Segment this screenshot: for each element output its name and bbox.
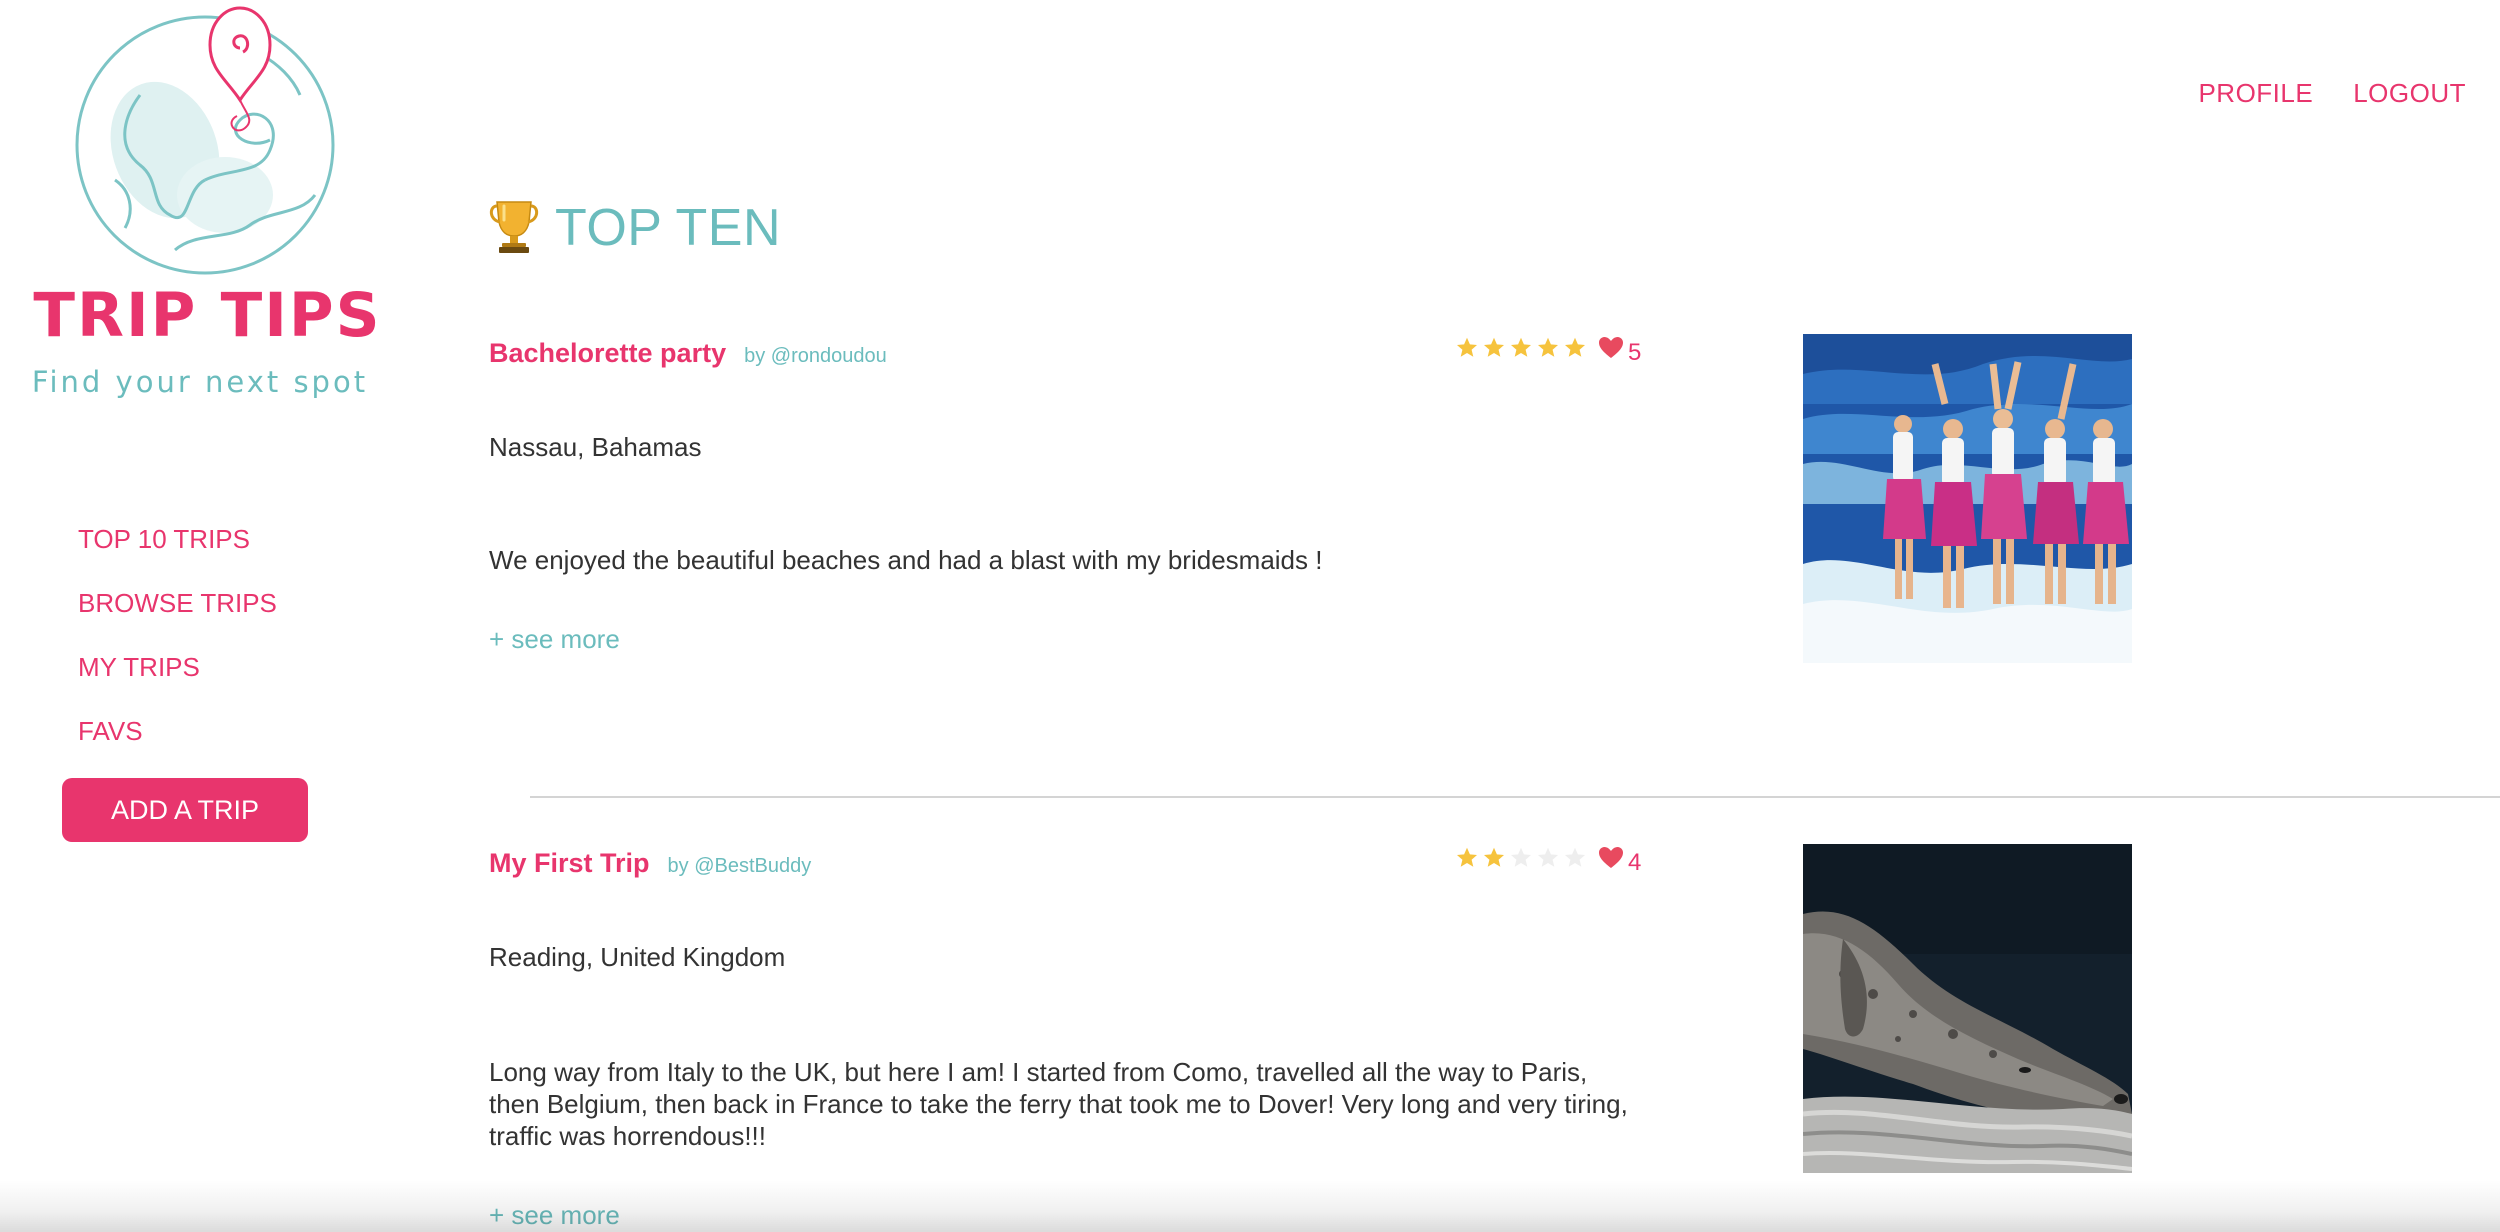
section-header: TOP TEN xyxy=(487,196,781,259)
beach-party-photo[interactable] xyxy=(1803,334,2132,663)
sidebar-nav: TOP 10 TRIPS BROWSE TRIPS MY TRIPS FAVS xyxy=(78,515,277,771)
trip-header: Bachelorette party by @rondoudou xyxy=(489,338,887,369)
see-more-link[interactable]: + see more xyxy=(489,1200,620,1231)
trip-description: We enjoyed the beautiful beaches and had… xyxy=(489,545,1323,575)
star-icon xyxy=(1484,337,1504,357)
star-icon xyxy=(1484,847,1504,867)
trip-header: My First Trip by @BestBuddy xyxy=(489,848,811,879)
app-root: TRIP TIPS Find your next spot TOP 10 TRI… xyxy=(0,0,2500,1232)
profile-link[interactable]: PROFILE xyxy=(2198,78,2313,109)
trip-location: Reading, United Kingdom xyxy=(489,942,786,972)
star-icon xyxy=(1457,847,1477,867)
trip-title[interactable]: Bachelorette party xyxy=(489,338,726,369)
trip-location: Nassau, Bahamas xyxy=(489,432,702,462)
star-empty-icon xyxy=(1565,847,1585,867)
trophy-icon xyxy=(487,196,541,259)
top-nav: PROFILE LOGOUT xyxy=(2198,78,2466,109)
section-title: TOP TEN xyxy=(555,198,782,257)
heart-icon[interactable] xyxy=(1598,846,1624,870)
brand-name: TRIP TIPS xyxy=(33,280,382,351)
star-empty-icon xyxy=(1511,847,1531,867)
like-count: 5 xyxy=(1628,339,1642,366)
star-icon xyxy=(1565,337,1585,357)
trip-rating: 5 xyxy=(1455,334,1641,366)
globe-pin-logo-icon[interactable] xyxy=(55,0,335,280)
logout-link[interactable]: LOGOUT xyxy=(2353,78,2466,109)
sleeping-dog-photo[interactable] xyxy=(1803,844,2132,1173)
like-count: 4 xyxy=(1628,849,1642,876)
divider xyxy=(530,796,2500,798)
heart-icon[interactable] xyxy=(1598,336,1624,360)
bottom-scroll-shadow xyxy=(0,1180,2500,1232)
star-icon xyxy=(1457,337,1477,357)
trip-rating: 4 xyxy=(1455,844,1641,876)
see-more-link[interactable]: + see more xyxy=(489,624,620,655)
brand-tagline: Find your next spot xyxy=(31,365,369,399)
sidebar-item-top-10-trips[interactable]: TOP 10 TRIPS xyxy=(78,515,277,579)
star-empty-icon xyxy=(1538,847,1558,867)
sidebar-item-favs[interactable]: FAVS xyxy=(78,707,277,771)
sidebar-item-my-trips[interactable]: MY TRIPS xyxy=(78,643,277,707)
trip-author: by @rondoudou xyxy=(744,345,887,367)
star-icon xyxy=(1511,337,1531,357)
trip-title[interactable]: My First Trip xyxy=(489,848,650,879)
trip-description: Long way from Italy to the UK, but here … xyxy=(489,1057,1628,1151)
trip-author: by @BestBuddy xyxy=(667,855,812,877)
add-trip-button[interactable]: ADD A TRIP xyxy=(62,778,308,842)
star-icon xyxy=(1538,337,1558,357)
sidebar-item-browse-trips[interactable]: BROWSE TRIPS xyxy=(78,579,277,643)
